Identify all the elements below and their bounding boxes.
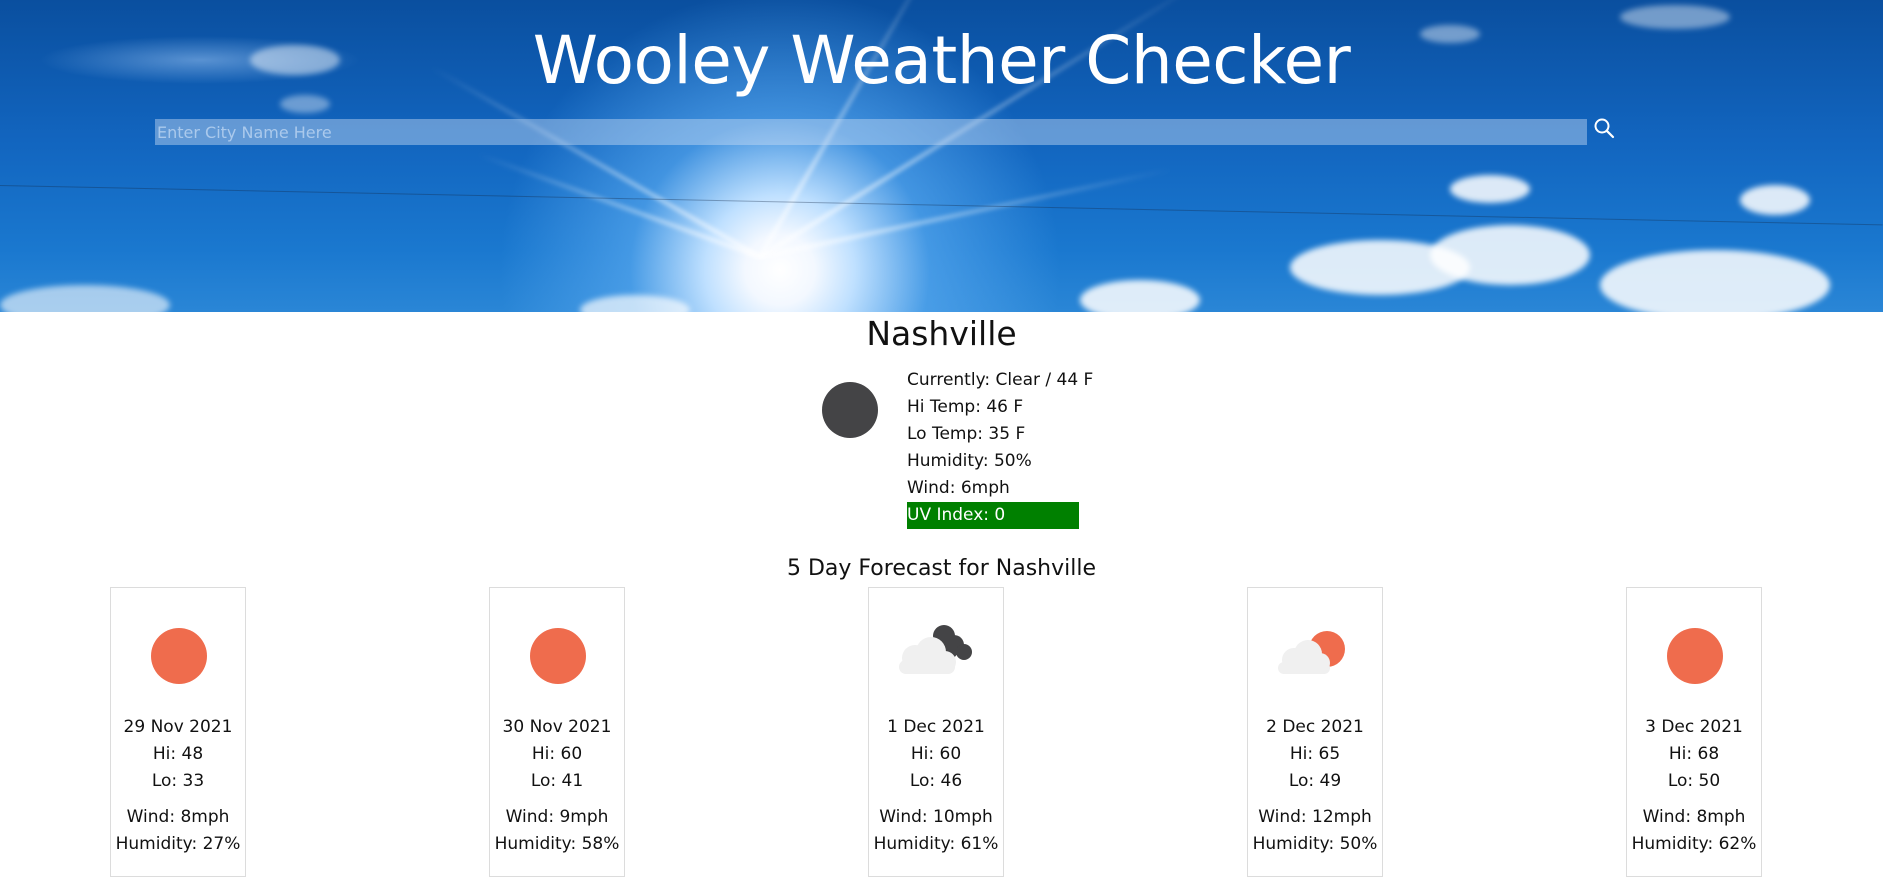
- current-conditions: Currently: Clear / 44 F: [907, 370, 1094, 390]
- current-humidity: Humidity: 50%: [907, 451, 1032, 471]
- sun-icon: [1667, 628, 1723, 684]
- cloud-shape: [1430, 225, 1590, 285]
- forecast-hi: Hi: 68: [1668, 744, 1720, 764]
- current-lo-temp: Lo Temp: 35 F: [907, 424, 1026, 444]
- forecast-wind: Wind: 9mph: [505, 807, 609, 827]
- cloud-shape: [1080, 280, 1200, 312]
- current-weather-details: Currently: Clear / 44 F Hi Temp: 46 F Lo…: [907, 367, 1093, 529]
- forecast-card: 1 Dec 2021 Hi: 60 Lo: 46 Wind: 10mph Hum…: [868, 587, 1004, 877]
- forecast-wind: Wind: 8mph: [1642, 807, 1746, 827]
- cloud-shape: [1450, 175, 1530, 203]
- forecast-date: 30 Nov 2021: [502, 717, 612, 737]
- current-wind: Wind: 6mph: [907, 478, 1010, 498]
- forecast-date: 3 Dec 2021: [1645, 717, 1743, 737]
- search-icon: [1594, 118, 1615, 139]
- forecast-wind: Wind: 10mph: [879, 807, 993, 827]
- forecast-wind: Wind: 8mph: [126, 807, 230, 827]
- current-hi-temp: Hi Temp: 46 F: [907, 397, 1024, 417]
- forecast-date: 1 Dec 2021: [887, 717, 985, 737]
- forecast-hi: Hi: 60: [910, 744, 962, 764]
- forecast-date: 2 Dec 2021: [1266, 717, 1364, 737]
- cloud-shape: [580, 295, 690, 312]
- forecast-card: 30 Nov 2021 Hi: 60 Lo: 41 Wind: 9mph Hum…: [489, 587, 625, 877]
- forecast-hi: Hi: 60: [531, 744, 583, 764]
- hero-banner: Wooley Weather Checker: [0, 0, 1883, 312]
- forecast-humidity: Humidity: 58%: [494, 834, 620, 854]
- sun-icon: [151, 628, 207, 684]
- forecast-wind: Wind: 12mph: [1258, 807, 1372, 827]
- forecast-humidity: Humidity: 62%: [1631, 834, 1757, 854]
- page-title: Wooley Weather Checker: [532, 22, 1351, 99]
- cloud-shape: [1740, 185, 1810, 215]
- sun-ray: [477, 152, 761, 259]
- moon-icon: [822, 382, 878, 438]
- sun-ray: [759, 167, 1172, 259]
- cloud-shape: [0, 285, 170, 312]
- forecast-card: 29 Nov 2021 Hi: 48 Lo: 33 Wind: 8mph Hum…: [110, 587, 246, 877]
- forecast-date: 29 Nov 2021: [123, 717, 233, 737]
- forecast-lo: Lo: 41: [530, 771, 584, 791]
- forecast-lo: Lo: 50: [1667, 771, 1721, 791]
- forecast-title: 5 Day Forecast for Nashville: [787, 556, 1096, 581]
- forecast-humidity: Humidity: 27%: [115, 834, 241, 854]
- forecast-hi: Hi: 48: [152, 744, 204, 764]
- cloud-shape: [1600, 250, 1830, 312]
- current-city-name: Nashville: [866, 314, 1017, 353]
- city-search-input[interactable]: [155, 119, 1587, 145]
- forecast-lo: Lo: 46: [909, 771, 963, 791]
- forecast-card: 2 Dec 2021 Hi: 65 Lo: 49 Wind: 12mph Hum…: [1247, 587, 1383, 877]
- uv-index-badge: UV Index: 0: [907, 502, 1079, 529]
- forecast-hi: Hi: 65: [1289, 744, 1341, 764]
- forecast-card: 3 Dec 2021 Hi: 68 Lo: 50 Wind: 8mph Humi…: [1626, 587, 1762, 877]
- forecast-humidity: Humidity: 50%: [1252, 834, 1378, 854]
- partly-cloudy-icon: [1278, 631, 1345, 674]
- forecast-lo: Lo: 49: [1288, 771, 1342, 791]
- clouds-icon: [899, 625, 972, 674]
- sun-icon: [530, 628, 586, 684]
- forecast-lo: Lo: 33: [151, 771, 205, 791]
- search-button[interactable]: [1592, 117, 1616, 141]
- forecast-humidity: Humidity: 61%: [873, 834, 999, 854]
